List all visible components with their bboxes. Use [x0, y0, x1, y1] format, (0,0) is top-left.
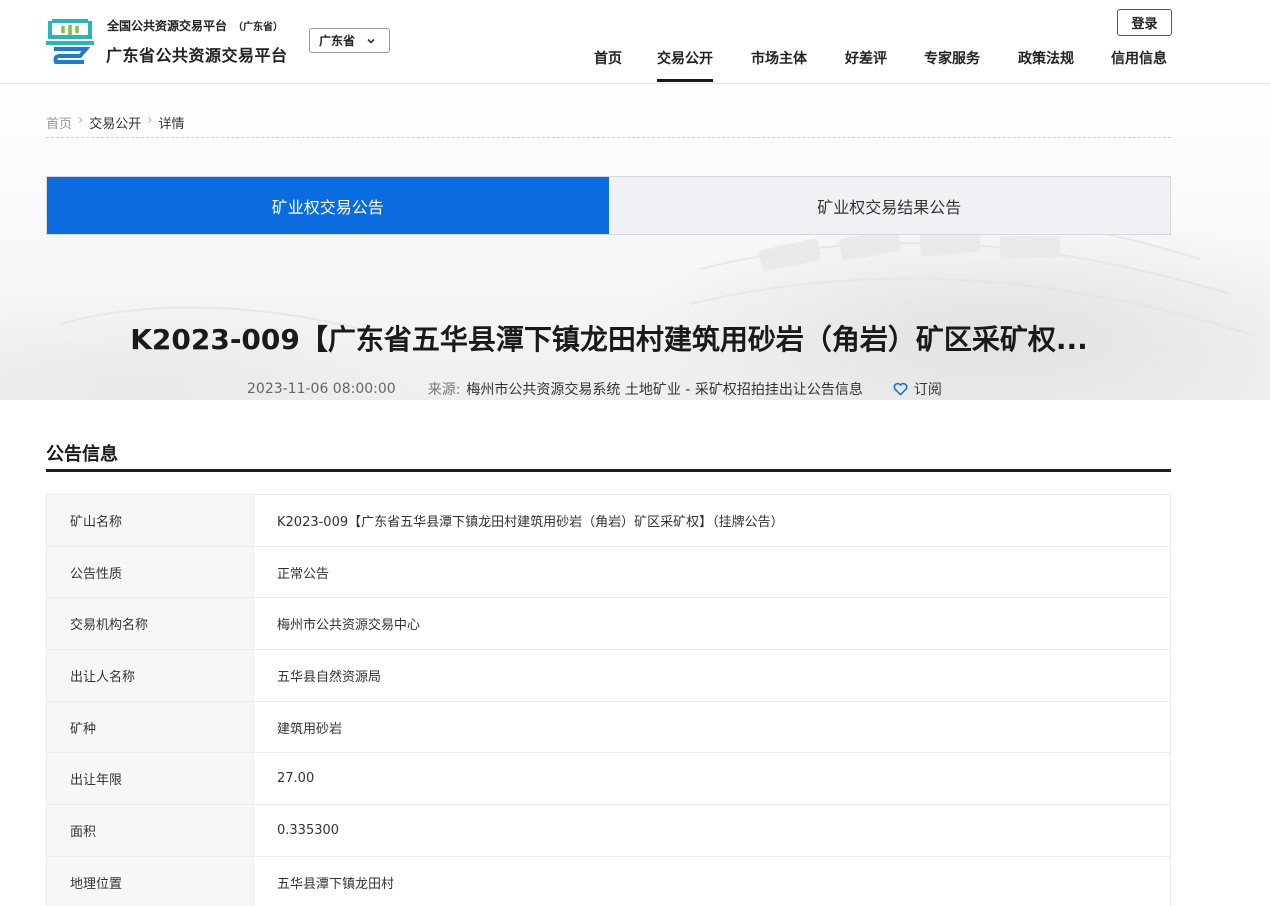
- subscribe-label: 订阅: [913, 382, 942, 398]
- row-value: K2023-009【广东省五华县潭下镇龙田村建筑用砂岩（角岩）矿区采矿权】（挂牌…: [253, 494, 1171, 547]
- row-key: 矿种: [46, 700, 254, 754]
- login-button[interactable]: 登录: [1117, 9, 1172, 36]
- heart-icon: [893, 382, 908, 396]
- breadcrumb-detail: 详情: [158, 117, 185, 132]
- brand-national: 全国公共资源交易平台 （广东省）: [107, 17, 283, 34]
- nav-home[interactable]: 首页: [594, 48, 622, 82]
- row-value: 建筑用砂岩: [253, 700, 1171, 754]
- source-label: 来源:: [427, 382, 461, 398]
- table-row: 出让人名称 五华县自然资源局: [46, 649, 1171, 702]
- breadcrumb: 首页 › 交易公开 › 详情: [46, 113, 1171, 138]
- table-row: 矿山名称 K2023-009【广东省五华县潭下镇龙田村建筑用砂岩（角岩）矿区采矿…: [46, 494, 1171, 547]
- yue-logo-icon[interactable]: [44, 13, 96, 67]
- nav-trade-public[interactable]: 交易公开: [657, 48, 713, 82]
- subscribe-button[interactable]: 订阅: [893, 379, 942, 399]
- table-row: 出让年限 27.00: [46, 752, 1171, 806]
- row-key: 交易机构名称: [46, 597, 254, 651]
- tab-mining-rights-result[interactable]: 矿业权交易结果公告: [608, 177, 1170, 234]
- table-row: 交易机构名称 梅州市公共资源交易中心: [46, 597, 1171, 651]
- row-key: 公告性质: [46, 545, 254, 599]
- brand-title[interactable]: 广东省公共资源交易平台: [106, 42, 288, 66]
- row-value: 五华县潭下镇龙田村: [253, 855, 1171, 906]
- nav-rating[interactable]: 好差评: [845, 48, 887, 82]
- row-key: 出让年限: [46, 752, 254, 806]
- region-select[interactable]: 广东省: [309, 28, 390, 53]
- brand-national-text: 全国公共资源交易平台: [107, 19, 228, 33]
- notice-info-table: 矿山名称 K2023-009【广东省五华县潭下镇龙田村建筑用砂岩（角岩）矿区采矿…: [46, 494, 1171, 906]
- article-meta: 2023-11-06 08:00:00 来源: 梅州市公共资源交易系统 土地矿业…: [247, 379, 942, 399]
- nav-market-entity[interactable]: 市场主体: [751, 48, 807, 82]
- breadcrumb-separator-icon: ›: [78, 113, 84, 128]
- row-value: 27.00: [253, 752, 1171, 806]
- breadcrumb-separator-icon: ›: [147, 113, 153, 128]
- nav-policy[interactable]: 政策法规: [1018, 48, 1074, 82]
- source-text: 梅州市公共资源交易系统 土地矿业 - 采矿权招拍挂出让公告信息: [466, 382, 863, 398]
- breadcrumb-home[interactable]: 首页: [46, 113, 72, 137]
- chevron-down-icon: [367, 38, 375, 44]
- section-title: 公告信息: [46, 440, 1171, 472]
- table-row: 公告性质 正常公告: [46, 545, 1171, 599]
- nav-credit[interactable]: 信用信息: [1111, 48, 1167, 82]
- row-key: 出让人名称: [46, 649, 254, 702]
- row-key: 面积: [46, 804, 254, 857]
- region-label: 广东省: [319, 34, 356, 48]
- row-value: 正常公告: [253, 545, 1171, 599]
- table-row: 面积 0.335300: [46, 804, 1171, 857]
- row-value: 0.335300: [253, 804, 1171, 857]
- site-header: 全国公共资源交易平台 （广东省） 广东省公共资源交易平台 广东省 登录 首页 交易…: [0, 0, 1270, 84]
- row-key: 地理位置: [46, 855, 254, 906]
- row-key: 矿山名称: [46, 494, 254, 547]
- table-row: 地理位置 五华县潭下镇龙田村: [46, 855, 1171, 906]
- page-title: K2023-009【广东省五华县潭下镇龙田村建筑用砂岩（角岩）矿区采矿权...: [130, 323, 1088, 356]
- breadcrumb-trade[interactable]: 交易公开: [89, 113, 141, 137]
- tab-mining-rights-notice[interactable]: 矿业权交易公告: [47, 177, 609, 234]
- table-row: 矿种 建筑用砂岩: [46, 700, 1171, 754]
- brand-province-sub: （广东省）: [233, 22, 284, 33]
- row-value: 梅州市公共资源交易中心: [253, 597, 1171, 651]
- publish-datetime: 2023-11-06 08:00:00: [247, 381, 396, 397]
- row-value: 五华县自然资源局: [253, 649, 1171, 702]
- notice-tabs: 矿业权交易公告 矿业权交易结果公告: [46, 176, 1171, 235]
- nav-expert-service[interactable]: 专家服务: [924, 48, 980, 82]
